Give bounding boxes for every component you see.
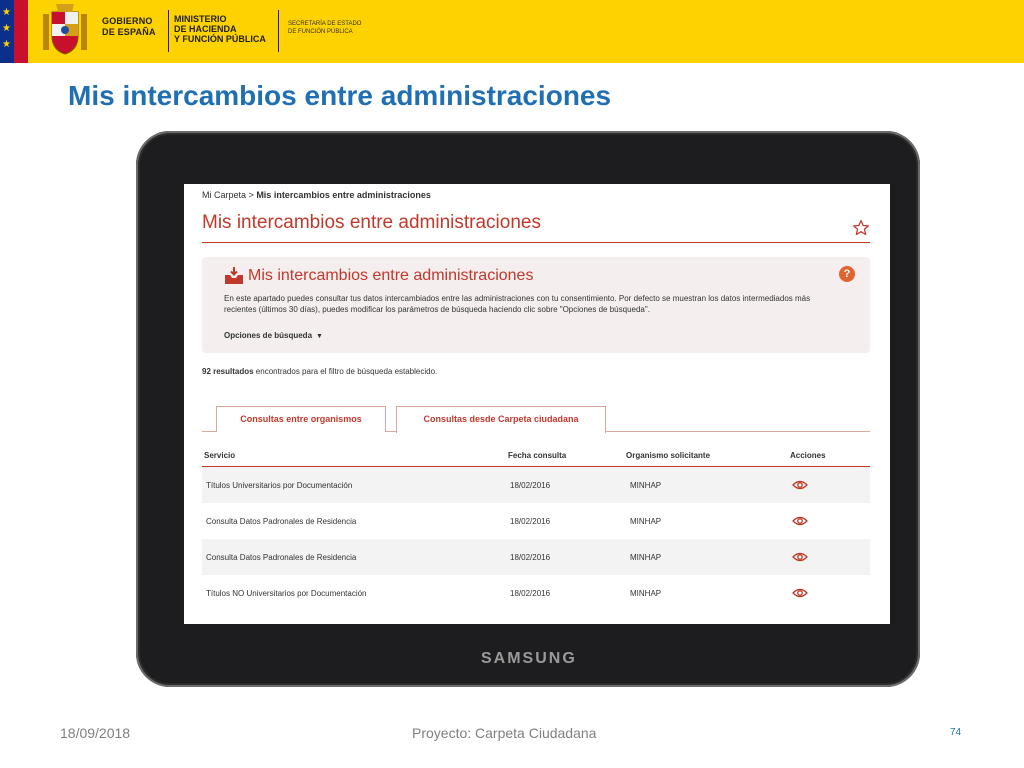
results-count: 92 resultados — [202, 367, 254, 376]
secretariat-name: SECRETARÍA DE ESTADO DE FUNCIÓN PÚBLICA — [288, 20, 368, 36]
cell-organismo: MINHAP — [630, 553, 662, 562]
results-summary: 92 resultados encontrados para el filtro… — [202, 367, 437, 376]
table-row: Títulos Universitarios por Documentación… — [202, 467, 870, 503]
title-divider — [202, 242, 870, 243]
column-header[interactable]: Fecha consulta — [508, 451, 566, 460]
help-icon[interactable]: ? — [839, 266, 855, 282]
results-table: Servicio Fecha consulta Organismo solici… — [202, 446, 870, 611]
coat-of-arms-icon — [43, 4, 87, 55]
eu-star-icon: ★ — [2, 7, 11, 18]
table-body: Títulos Universitarios por Documentación… — [202, 467, 870, 611]
spain-flag-strip — [14, 0, 28, 63]
info-description: En este apartado puedes consultar tus da… — [224, 294, 811, 314]
table-row: Consulta Datos Padronales de Residencia … — [202, 539, 870, 575]
search-options-toggle[interactable]: Opciones de búsqueda ▼ — [224, 331, 323, 340]
eu-star-icon: ★ — [2, 39, 11, 50]
cell-servicio: Consulta Datos Padronales de Residencia — [206, 553, 357, 562]
ministry-line: Y FUNCIÓN PÚBLICA — [174, 34, 266, 44]
logo-divider — [168, 10, 169, 52]
government-name: GOBIERNO DE ESPAÑA — [102, 16, 182, 38]
gov-line: DE ESPAÑA — [102, 27, 156, 37]
secretariat-line: DE FUNCIÓN PÚBLICA — [288, 29, 353, 35]
government-logo: GOBIERNO DE ESPAÑA MINISTERIO DE HACIEND… — [28, 0, 370, 63]
view-eye-icon[interactable] — [792, 587, 808, 599]
ministry-line: DE HACIENDA — [174, 24, 237, 34]
breadcrumb-root-link[interactable]: Mi Carpeta — [202, 190, 246, 200]
ministry-name: MINISTERIO DE HACIENDA Y FUNCIÓN PÚBLICA — [174, 14, 284, 44]
secretariat-line: SECRETARÍA DE ESTADO — [288, 21, 362, 27]
results-text: encontrados para el filtro de búsqueda e… — [253, 367, 438, 376]
cell-fecha: 18/02/2016 — [510, 589, 551, 598]
eu-star-icon: ★ — [2, 23, 11, 34]
column-header[interactable]: Servicio — [204, 451, 235, 460]
tablet-brand: SAMSUNG — [481, 650, 577, 667]
cell-servicio: Títulos Universitarios por Documentación — [206, 481, 353, 490]
info-title: Mis intercambios entre administraciones — [248, 267, 534, 284]
column-header: Acciones — [790, 451, 826, 460]
header-band: ★ ★ ★ GOBIERNO DE ESPAÑA MINISTERIO DE H… — [0, 0, 1024, 63]
view-eye-icon[interactable] — [792, 551, 808, 563]
breadcrumb-current: Mis intercambios entre administraciones — [256, 190, 431, 200]
table-header: Servicio Fecha consulta Organismo solici… — [202, 446, 870, 467]
favorite-star-icon[interactable] — [852, 219, 870, 237]
cell-organismo: MINHAP — [630, 589, 662, 598]
cell-organismo: MINHAP — [630, 517, 662, 526]
info-panel: Mis intercambios entre administraciones … — [202, 257, 870, 353]
cell-fecha: 18/02/2016 — [510, 517, 551, 526]
footer-page-number: 74 — [950, 727, 962, 738]
page-title: Mis intercambios entre administraciones — [202, 212, 541, 233]
breadcrumb: Mi Carpeta > Mis intercambios entre admi… — [202, 190, 431, 200]
table-row: Consulta Datos Padronales de Residencia … — [202, 503, 870, 539]
inbox-download-icon — [225, 267, 243, 284]
logo-divider — [278, 10, 279, 52]
cell-fecha: 18/02/2016 — [510, 481, 551, 490]
cell-fecha: 18/02/2016 — [510, 553, 551, 562]
footer-date: 18/09/2018 — [60, 725, 131, 741]
tab-bar: Consultas entre organismos Consultas des… — [202, 404, 870, 433]
cell-organismo: MINHAP — [630, 481, 662, 490]
slide-title: Mis intercambios entre administraciones — [68, 80, 612, 111]
tab-consultas-desde-carpeta[interactable]: Consultas desde Carpeta ciudadana — [396, 406, 606, 433]
view-eye-icon[interactable] — [792, 515, 808, 527]
gov-line: GOBIERNO — [102, 16, 153, 26]
footer-project: Proyecto: Carpeta Ciudadana — [412, 725, 597, 741]
cell-servicio: Consulta Datos Padronales de Residencia — [206, 517, 357, 526]
table-row: Títulos NO Universitarios por Documentac… — [202, 575, 870, 611]
eu-flag-strip: ★ ★ ★ — [0, 0, 14, 63]
search-options-label: Opciones de búsqueda — [224, 331, 313, 340]
caret-down-icon: ▼ — [316, 333, 323, 340]
header-corner-mark — [997, 60, 1017, 62]
cell-servicio: Títulos NO Universitarios por Documentac… — [206, 589, 367, 598]
breadcrumb-separator: > — [248, 190, 254, 200]
view-eye-icon[interactable] — [792, 479, 808, 491]
column-header[interactable]: Organismo solicitante — [626, 451, 710, 460]
ministry-line: MINISTERIO — [174, 14, 227, 24]
tablet-screen: Mi Carpeta > Mis intercambios entre admi… — [184, 184, 890, 624]
tab-consultas-entre-organismos[interactable]: Consultas entre organismos — [216, 406, 386, 432]
